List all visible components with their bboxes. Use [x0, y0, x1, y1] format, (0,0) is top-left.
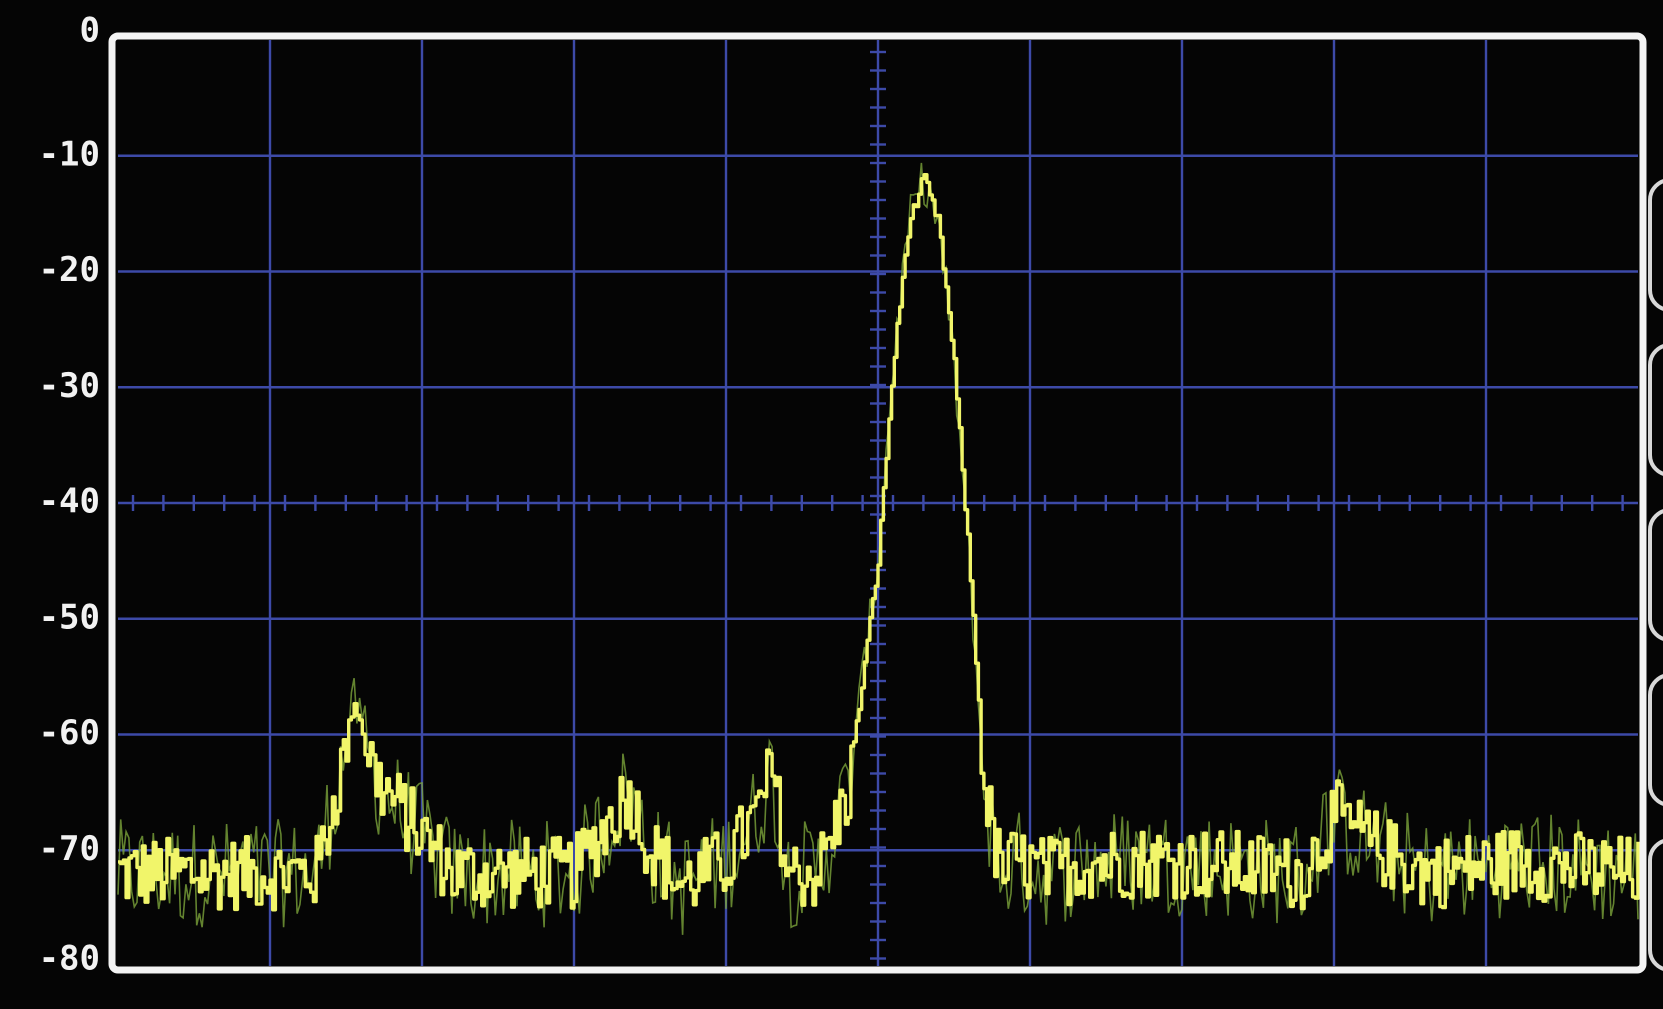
- softkey-3[interactable]: [1648, 509, 1663, 641]
- softkey-4[interactable]: [1648, 674, 1663, 806]
- y-tick-label: -10: [39, 134, 100, 174]
- softkey-1[interactable]: [1648, 179, 1663, 311]
- y-tick-label: -60: [39, 713, 100, 753]
- y-tick-label: 0: [80, 11, 100, 51]
- y-tick-label: -50: [39, 597, 100, 637]
- spectrum-chart: 0 -10 -20 -30 -40 -50 -60 -70 -80: [39, 11, 1663, 979]
- y-tick-label: -20: [39, 250, 100, 290]
- softkey-5[interactable]: [1648, 839, 1663, 971]
- y-tick-label: -40: [39, 482, 100, 522]
- y-axis-tick-labels: 0 -10 -20 -30 -40 -50 -60 -70 -80: [39, 11, 100, 979]
- y-tick-label: -80: [39, 939, 100, 979]
- y-tick-label: -70: [39, 829, 100, 869]
- y-tick-label: -30: [39, 366, 100, 406]
- side-softkeys: [1648, 179, 1663, 971]
- softkey-2[interactable]: [1648, 344, 1663, 476]
